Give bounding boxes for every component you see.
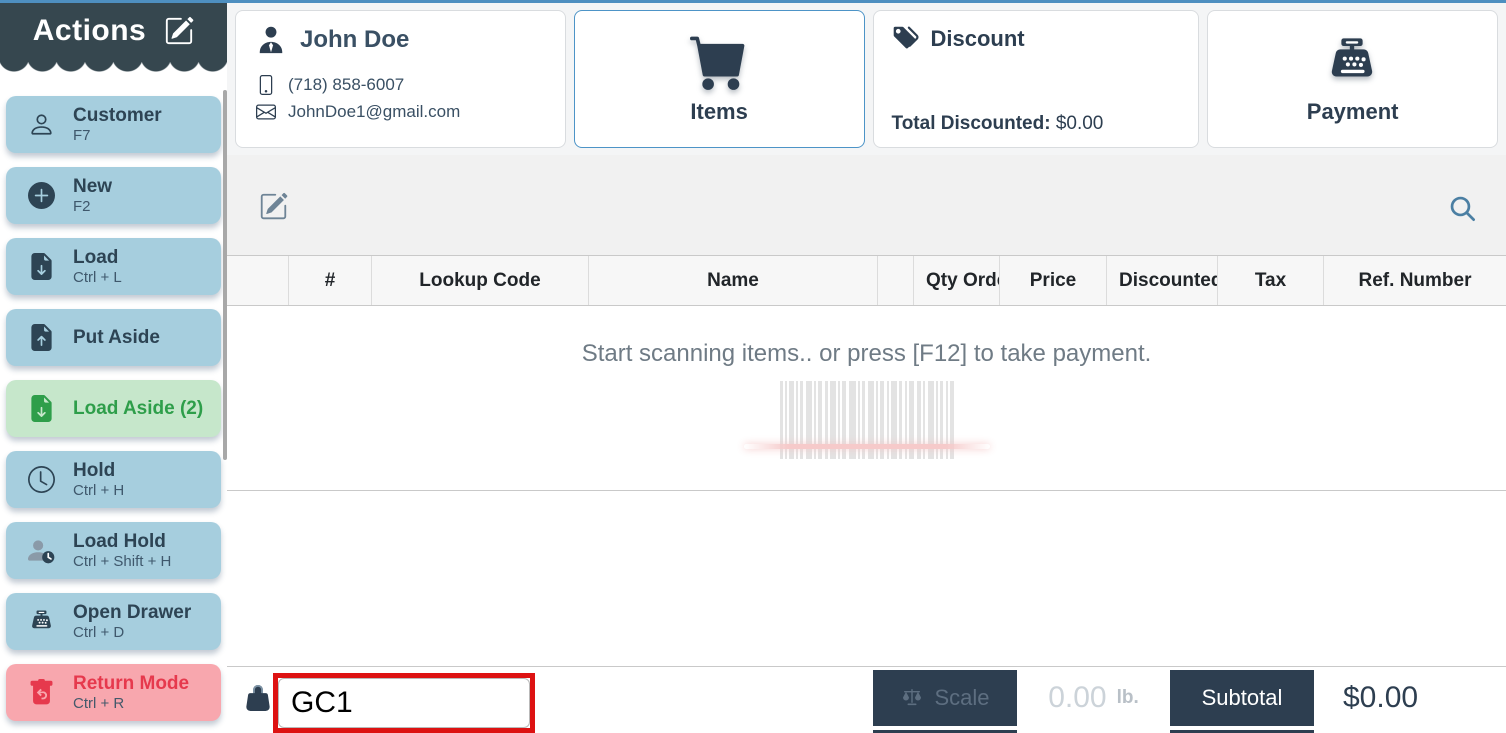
bag-icon <box>245 685 271 711</box>
pos-app: Actions CustomerF7 NewF2 <box>0 0 1506 733</box>
cart-icon <box>687 33 751 91</box>
main-content: John Doe (718) 858-6007 JohnDoe1@gmail.c… <box>227 3 1506 733</box>
file-upload-icon <box>28 324 55 351</box>
button-label: Hold <box>73 460 124 482</box>
totals-blocks: Scale 0.00 lb. Subtotal $0.00 <box>873 670 1506 733</box>
items-tab-label: Items <box>690 99 747 125</box>
weight-display: 0.00 lb. <box>1020 670 1167 726</box>
cash-register-icon <box>28 608 55 635</box>
edit-grid-icon[interactable] <box>259 192 288 221</box>
total-discounted-value: $0.00 <box>1056 113 1104 134</box>
button-shortcut: Ctrl + R <box>73 695 189 712</box>
file-download-icon <box>28 253 55 280</box>
actions-sidebar: Actions CustomerF7 NewF2 <box>0 0 227 733</box>
button-shortcut: Ctrl + D <box>73 624 191 641</box>
cash-register-icon <box>1321 33 1385 91</box>
button-shortcut: Ctrl + H <box>73 482 124 499</box>
envelope-icon <box>256 102 276 122</box>
load-hold-button[interactable]: Load HoldCtrl + Shift + H <box>6 522 221 579</box>
discount-tab-label: Discount <box>931 26 1025 52</box>
button-label: Load Hold <box>73 531 171 553</box>
button-label: Load <box>73 247 122 269</box>
clock-icon <box>28 466 55 493</box>
top-cards-row: John Doe (718) 858-6007 JohnDoe1@gmail.c… <box>227 3 1506 155</box>
scan-input-highlight <box>273 673 535 733</box>
file-download-icon <box>28 395 55 422</box>
scalloped-edge <box>0 61 227 76</box>
column-header-price: Price <box>1000 256 1107 305</box>
grid-divider <box>227 490 1506 491</box>
subtotal-label-block: Subtotal <box>1170 670 1314 726</box>
customer-name: John Doe <box>300 26 409 54</box>
column-header-blank <box>227 256 289 305</box>
button-shortcut: Ctrl + Shift + H <box>73 553 171 570</box>
total-discounted: Total Discounted: $0.00 <box>892 113 1104 135</box>
scale-button[interactable]: Scale <box>873 670 1017 726</box>
scale-label: Scale <box>934 685 989 711</box>
button-label: Put Aside <box>73 327 160 349</box>
button-label: New <box>73 176 112 198</box>
person-clock-icon <box>28 537 55 564</box>
scanline-graphic <box>744 444 990 449</box>
button-shortcut: Ctrl + L <box>73 269 122 286</box>
bottom-bar: Scale 0.00 lb. Subtotal $0.00 <box>227 666 1506 733</box>
column-header-lookup-code: Lookup Code <box>372 256 589 305</box>
column-header-qty-ordered: Qty Ordered <box>914 256 1000 305</box>
items-table-header: # Lookup Code Name Qty Ordered Price Dis… <box>227 255 1506 306</box>
empty-state-message: Start scanning items.. or press [F12] to… <box>227 340 1506 368</box>
sidebar-actions-list: CustomerF7 NewF2 LoadCtrl + L Put Aside <box>0 76 227 721</box>
person-icon <box>28 111 55 138</box>
sidebar-header: Actions <box>0 0 227 62</box>
load-button[interactable]: LoadCtrl + L <box>6 238 221 295</box>
subtotal-label: Subtotal <box>1202 685 1283 711</box>
hold-button[interactable]: HoldCtrl + H <box>6 451 221 508</box>
open-drawer-button[interactable]: Open DrawerCtrl + D <box>6 593 221 650</box>
sidebar-scrollbar[interactable] <box>223 90 227 460</box>
payment-tab-card[interactable]: Payment <box>1207 10 1498 148</box>
column-header-spacer <box>878 256 914 305</box>
plus-circle-icon <box>28 182 55 209</box>
grid-toolbar <box>227 155 1506 255</box>
button-label: Customer <box>73 105 162 127</box>
person-tie-icon <box>256 25 286 55</box>
column-header-ref-number: Ref. Number <box>1324 256 1506 305</box>
put-aside-button[interactable]: Put Aside <box>6 309 221 366</box>
scale-icon <box>900 686 924 710</box>
column-header-name: Name <box>589 256 878 305</box>
button-label: Open Drawer <box>73 602 191 624</box>
search-icon[interactable] <box>1449 195 1476 222</box>
column-header-number: # <box>289 256 372 305</box>
edit-actions-icon[interactable] <box>164 16 194 46</box>
customer-button[interactable]: CustomerF7 <box>6 96 221 153</box>
column-header-discounted: Discounted <box>1107 256 1218 305</box>
customer-phone: (718) 858-6007 <box>288 75 404 95</box>
return-mode-button[interactable]: Return ModeCtrl + R <box>6 664 221 721</box>
new-button[interactable]: NewF2 <box>6 167 221 224</box>
subtotal-value-block: $0.00 <box>1317 670 1506 726</box>
column-header-tax: Tax <box>1218 256 1324 305</box>
button-label: Return Mode <box>73 673 189 695</box>
top-accent-strip <box>0 0 1506 3</box>
scan-input[interactable] <box>278 678 530 728</box>
customer-card[interactable]: John Doe (718) 858-6007 JohnDoe1@gmail.c… <box>235 10 566 148</box>
button-shortcut: F7 <box>73 127 162 144</box>
button-shortcut: F2 <box>73 198 112 215</box>
subtotal-value: $0.00 <box>1343 681 1418 715</box>
trash-return-icon <box>28 679 55 706</box>
phone-icon <box>256 75 276 95</box>
load-aside-button[interactable]: Load Aside (2) <box>6 380 221 437</box>
weight-value: 0.00 <box>1048 681 1106 715</box>
payment-tab-label: Payment <box>1307 99 1399 125</box>
button-label: Load Aside (2) <box>73 398 203 420</box>
items-tab-card[interactable]: Items <box>574 10 865 148</box>
weight-unit: lb. <box>1117 687 1139 709</box>
customer-email: JohnDoe1@gmail.com <box>288 102 460 122</box>
discount-tab-card[interactable]: Discount Total Discounted: $0.00 <box>873 10 1200 148</box>
sidebar-title: Actions <box>33 14 147 48</box>
tags-icon <box>892 25 919 52</box>
total-discounted-label: Total Discounted: <box>892 113 1051 134</box>
